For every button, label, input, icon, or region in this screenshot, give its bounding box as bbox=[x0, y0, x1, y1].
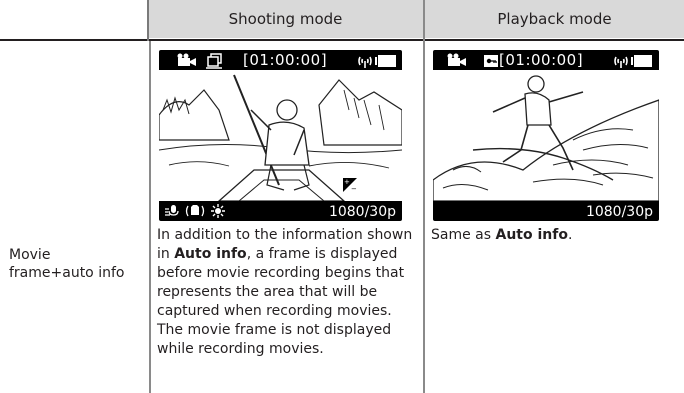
movie-icon bbox=[177, 53, 196, 66]
exposure-value: +0.3 bbox=[361, 174, 398, 192]
shooting-mode-screen: [01:00:00] + − +0.3 1080/30p bbox=[159, 50, 402, 221]
row-label-line2: frame+auto info bbox=[9, 265, 125, 281]
header-divider bbox=[0, 39, 684, 41]
movie-icon bbox=[447, 53, 466, 66]
burst-icon bbox=[206, 53, 222, 69]
exposure-comp-icon: + − bbox=[342, 177, 358, 193]
row-label-line1: Movie bbox=[9, 247, 51, 263]
header-shooting-mode: Shooting mode bbox=[148, 0, 423, 38]
column-divider-1-body bbox=[149, 41, 151, 393]
desc-text: . bbox=[567, 227, 573, 243]
shooting-resolution: 1080/30p bbox=[328, 204, 396, 220]
shooting-osd-top: [01:00:00] bbox=[159, 51, 402, 71]
surfer-scene-image bbox=[433, 70, 659, 201]
wifi-icon bbox=[614, 56, 628, 68]
white-balance-icon bbox=[211, 204, 225, 218]
playback-timecode: [01:00:00] bbox=[499, 51, 584, 69]
desc-bold: Auto info bbox=[495, 227, 568, 243]
shooting-timecode: [01:00:00] bbox=[243, 51, 328, 69]
row-label: Movie frame+auto info bbox=[9, 246, 124, 282]
desc-bold: Auto info bbox=[174, 246, 247, 262]
playback-osd-top: [01:00:00] bbox=[433, 51, 659, 71]
svg-text:+: + bbox=[344, 178, 350, 186]
column-divider-1 bbox=[147, 0, 149, 41]
playback-description: Same as Auto info. bbox=[431, 226, 572, 245]
wifi-icon bbox=[358, 56, 372, 68]
vibration-reduction-icon bbox=[185, 205, 205, 217]
svg-text:−: − bbox=[351, 185, 357, 193]
shooting-description: In addition to the information shown in … bbox=[157, 226, 417, 359]
battery-icon bbox=[375, 55, 396, 67]
shooting-description-p2: The movie frame is not displayed while r… bbox=[157, 322, 392, 357]
wind-noise-icon bbox=[165, 205, 179, 216]
battery-icon bbox=[631, 55, 652, 67]
header-playback-mode: Playback mode bbox=[425, 0, 684, 38]
shooting-description-p1: In addition to the information shown in … bbox=[157, 226, 417, 321]
protect-icon bbox=[484, 55, 498, 67]
playback-mode-screen: [01:00:00] 1080/30p bbox=[433, 50, 659, 221]
playback-resolution: 1080/30p bbox=[585, 204, 653, 220]
desc-text: Same as bbox=[431, 227, 496, 243]
column-divider-2 bbox=[423, 0, 425, 393]
